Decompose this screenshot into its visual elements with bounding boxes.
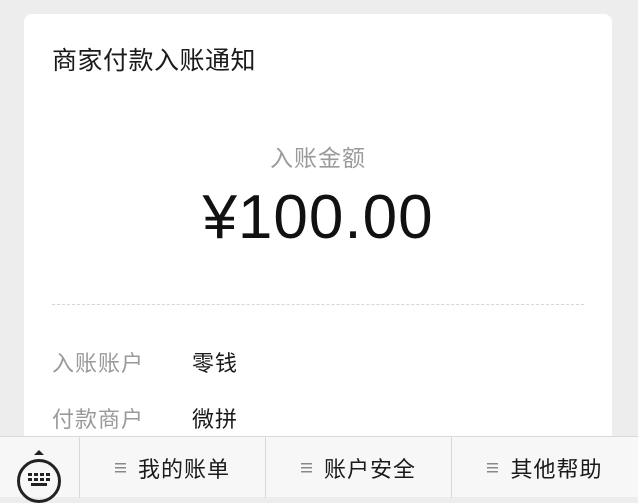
detail-label: 付款商户 <box>52 408 145 433</box>
menu-item-other-help[interactable]: 其他帮助 <box>452 437 638 498</box>
menu-list-icon <box>487 455 499 480</box>
menu-item-account-security[interactable]: 账户安全 <box>266 437 452 498</box>
amount-label: 入账金额 <box>270 146 366 172</box>
menu-list-icon <box>114 455 126 480</box>
keyboard-toggle-button[interactable] <box>0 437 80 503</box>
card-title: 商家付款入账通知 <box>52 46 257 75</box>
menu-item-my-bills[interactable]: 我的账单 <box>80 437 266 498</box>
menu-item-label: 账户安全 <box>323 457 416 483</box>
detail-value: 零钱 <box>192 352 239 377</box>
dashed-divider <box>52 304 584 305</box>
menu-item-label: 其他帮助 <box>510 457 603 483</box>
keyboard-icon <box>17 459 61 503</box>
notification-card: 商家付款入账通知 入账金额 ¥100.00 入账账户 零钱 付款商户 微拼 <box>24 14 612 454</box>
detail-value: 微拼 <box>192 408 239 433</box>
menu-list-icon <box>300 455 312 480</box>
caret-up-icon <box>34 450 44 455</box>
bottom-menu-bar: 我的账单 账户安全 其他帮助 <box>0 436 638 503</box>
amount-value: ¥100.00 <box>202 183 434 252</box>
menu-item-label: 我的账单 <box>137 457 230 483</box>
detail-label: 入账账户 <box>52 352 145 377</box>
